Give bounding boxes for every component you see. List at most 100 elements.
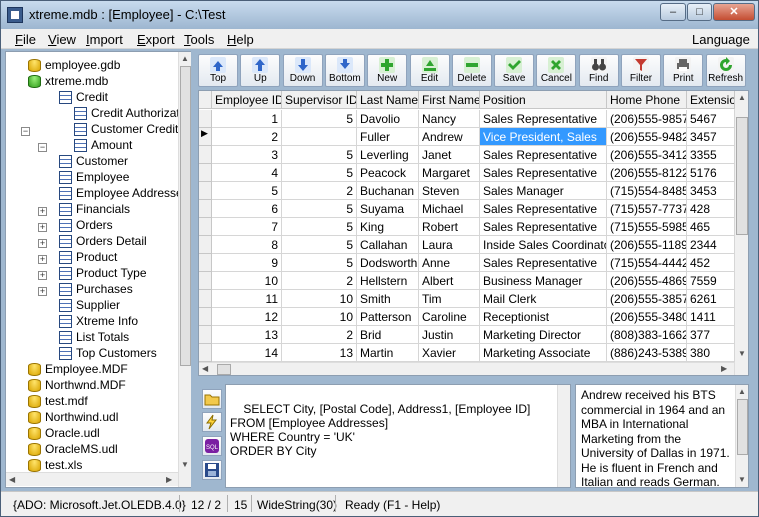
grid-cell[interactable]: (206)555-1189 xyxy=(607,236,687,254)
grid-cell[interactable]: Marketing Director xyxy=(480,326,607,344)
grid-cell[interactable]: Tim xyxy=(419,290,480,308)
menu-tools[interactable]: Tools xyxy=(184,32,214,47)
grid-cell[interactable]: 14 xyxy=(212,344,282,362)
tree-item[interactable]: Employee xyxy=(59,169,129,185)
grid-hscroll-thumb[interactable] xyxy=(217,364,231,375)
expand-toggle-orders[interactable]: + xyxy=(38,271,47,280)
row-indicator[interactable] xyxy=(199,218,212,236)
grid-cell[interactable]: 10 xyxy=(282,308,357,326)
grid-cell[interactable]: King xyxy=(357,218,419,236)
grid-cell[interactable]: 5 xyxy=(282,218,357,236)
grid-cell[interactable]: (715)554-8485 xyxy=(607,182,687,200)
scroll-down-arrow-icon[interactable]: ▼ xyxy=(181,460,189,470)
scroll-right-arrow-icon[interactable]: ▶ xyxy=(166,475,172,485)
tree-item[interactable]: xtreme.mdb xyxy=(28,73,108,89)
grid-cell[interactable]: 3 xyxy=(212,146,282,164)
grid-cell[interactable]: Smith xyxy=(357,290,419,308)
grid-cell[interactable]: 380 xyxy=(687,344,735,362)
sql-button[interactable]: SQL xyxy=(202,436,222,456)
menu-import[interactable]: Import xyxy=(86,32,123,47)
column-header[interactable]: Employee ID xyxy=(212,91,282,109)
grid-cell[interactable]: 5467 xyxy=(687,110,735,128)
grid-cell[interactable]: Inside Sales Coordinator xyxy=(480,236,607,254)
row-indicator[interactable] xyxy=(199,236,212,254)
tree-item[interactable]: test.mdf xyxy=(28,393,88,409)
grid-cell[interactable]: 6261 xyxy=(687,290,735,308)
tree-item[interactable]: Employee Addresses xyxy=(59,185,189,201)
save-query-button[interactable] xyxy=(202,460,222,480)
grid-cell[interactable]: 465 xyxy=(687,218,735,236)
grid-cell[interactable]: 4 xyxy=(212,164,282,182)
grid-cell[interactable]: Leverling xyxy=(357,146,419,164)
tree-item[interactable]: Amount xyxy=(74,137,132,153)
row-indicator[interactable] xyxy=(199,146,212,164)
grid-cell[interactable]: Dodsworth xyxy=(357,254,419,272)
grid-cell[interactable]: 5 xyxy=(282,110,357,128)
grid-cell[interactable]: 2344 xyxy=(687,236,735,254)
grid-cell[interactable]: Suyama xyxy=(357,200,419,218)
column-header[interactable]: Position xyxy=(480,91,607,109)
row-indicator[interactable] xyxy=(199,164,212,182)
expand-toggle-employee[interactable]: + xyxy=(38,223,47,232)
grid-cell[interactable]: (206)555-3857 xyxy=(607,290,687,308)
grid-cell[interactable]: 2 xyxy=(282,326,357,344)
grid-vertical-scrollbar[interactable]: ▲ ▼ xyxy=(734,91,748,375)
grid-cell[interactable]: Patterson xyxy=(357,308,419,326)
memo-scrollbar[interactable]: ▲ ▼ xyxy=(735,385,748,487)
tree-item[interactable]: Oracle.udl xyxy=(28,425,100,441)
down-button[interactable]: Down xyxy=(282,54,323,87)
grid-cell[interactable]: 5 xyxy=(282,164,357,182)
memo-scroll-up-arrow-icon[interactable]: ▲ xyxy=(738,387,746,397)
grid-cell[interactable]: 13 xyxy=(212,326,282,344)
grid-cell[interactable]: (715)554-4442 xyxy=(607,254,687,272)
grid-cell[interactable]: 7 xyxy=(212,218,282,236)
grid-cell[interactable]: 3355 xyxy=(687,146,735,164)
row-indicator[interactable] xyxy=(199,344,212,362)
menu-help[interactable]: Help xyxy=(227,32,254,47)
grid-cell[interactable]: Sales Representative xyxy=(480,254,607,272)
grid-cell[interactable]: (206)555-3412 xyxy=(607,146,687,164)
collapse-toggle-xtreme[interactable]: − xyxy=(21,127,30,136)
new-button[interactable]: New xyxy=(367,54,408,87)
grid-cell[interactable]: 8 xyxy=(212,236,282,254)
up-button[interactable]: Up xyxy=(240,54,281,87)
tree-item[interactable]: Product Type xyxy=(59,265,147,281)
row-indicator[interactable] xyxy=(199,272,212,290)
grid-cell[interactable]: 7559 xyxy=(687,272,735,290)
grid-cell[interactable]: Anne xyxy=(419,254,480,272)
grid-cell[interactable]: Peacock xyxy=(357,164,419,182)
grid-cell[interactable]: 11 xyxy=(212,290,282,308)
grid-cell[interactable]: (808)383-1662 xyxy=(607,326,687,344)
cancel-button[interactable]: Cancel xyxy=(536,54,577,87)
bottom-button[interactable]: Bottom xyxy=(324,54,365,87)
grid-cell[interactable] xyxy=(282,128,357,146)
grid-cell[interactable]: Buchanan xyxy=(357,182,419,200)
tree-item[interactable]: Xtreme Info xyxy=(59,313,138,329)
grid-cell[interactable]: Sales Representative xyxy=(480,110,607,128)
row-indicator[interactable] xyxy=(199,326,212,344)
grid-cell[interactable]: 5176 xyxy=(687,164,735,182)
top-button[interactable]: Top xyxy=(198,54,238,87)
tree-item[interactable]: OracleMS.udl xyxy=(28,441,118,457)
grid-cell[interactable]: 9 xyxy=(212,254,282,272)
grid-cell[interactable]: 1411 xyxy=(687,308,735,326)
tree-item[interactable]: Northwind.udl xyxy=(28,409,118,425)
title-bar[interactable]: xtreme.mdb : [Employee] - C:\Test – □ ✕ xyxy=(1,1,758,29)
grid-cell[interactable]: 1 xyxy=(212,110,282,128)
row-indicator[interactable]: ▶ xyxy=(199,128,212,146)
row-indicator[interactable] xyxy=(199,290,212,308)
tree-item[interactable]: Supplier xyxy=(59,297,120,313)
grid-cell[interactable]: 5 xyxy=(282,146,357,164)
grid-cell[interactable]: 3453 xyxy=(687,182,735,200)
grid-cell[interactable]: 12 xyxy=(212,308,282,326)
grid-cell[interactable]: Davolio xyxy=(357,110,419,128)
find-button[interactable]: Find xyxy=(578,54,619,87)
menu-language[interactable]: Language xyxy=(692,32,750,47)
grid-cell[interactable]: Sales Representative xyxy=(480,164,607,182)
tree-item[interactable]: Orders Detail xyxy=(59,233,147,249)
grid-cell[interactable]: (206)555-4869 xyxy=(607,272,687,290)
expand-toggle-financials[interactable]: + xyxy=(38,255,47,264)
row-indicator[interactable] xyxy=(199,200,212,218)
grid-cell[interactable]: Robert xyxy=(419,218,480,236)
tree-vertical-scrollbar[interactable]: ▲ ▼ xyxy=(178,52,191,487)
